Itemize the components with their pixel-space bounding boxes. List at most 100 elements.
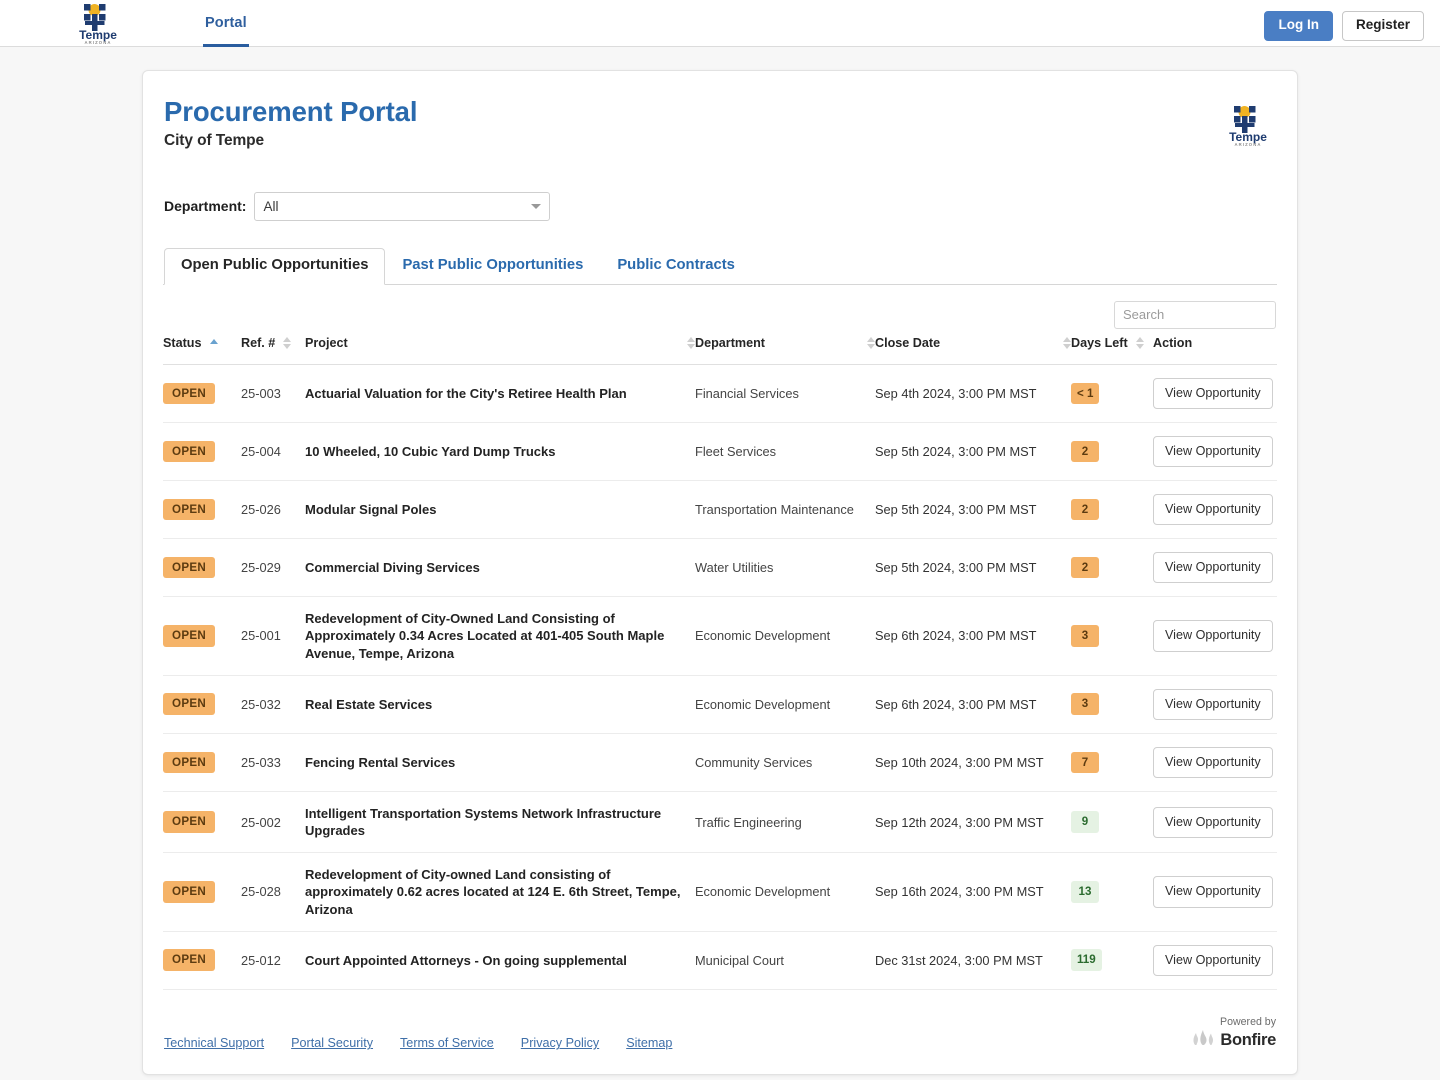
cell-project: 10 Wheeled, 10 Cubic Yard Dump Trucks — [305, 422, 695, 482]
department-name: Economic Development — [695, 696, 831, 712]
log-in-button[interactable]: Log In — [1264, 11, 1333, 41]
view-opportunity-button[interactable]: View Opportunity — [1153, 552, 1273, 584]
cell-department: Water Utilities — [695, 538, 875, 598]
status-badge: OPEN — [163, 751, 216, 774]
card-footer: Technical Support Portal Security Terms of… — [163, 990, 1277, 1075]
register-button[interactable]: Register — [1341, 11, 1424, 41]
days-left-badge: 13 — [1071, 881, 1099, 903]
view-opportunity-button[interactable]: View Opportunity — [1153, 620, 1273, 652]
project-title: Modular Signal Poles — [305, 501, 437, 517]
department-name: Economic Development — [695, 628, 831, 644]
view-opportunity-button[interactable]: View Opportunity — [1153, 746, 1273, 778]
days-left-badge: 9 — [1071, 811, 1099, 833]
search-input[interactable] — [1114, 300, 1276, 329]
footer-link[interactable]: Portal Security — [291, 1036, 373, 1050]
table-row: OPEN 25-032 Real Estate Services Economic D… — [163, 675, 1277, 734]
department-name: Financial Services — [695, 385, 799, 401]
cell-action: View Opportunity — [1153, 931, 1277, 990]
cell-status: OPEN — [163, 480, 241, 540]
close-date: Sep 5th 2024, 3:00 PM MST — [875, 560, 1037, 576]
days-left-badge: 2 — [1071, 556, 1099, 579]
days-left-badge: 7 — [1071, 751, 1099, 774]
cell-status: OPEN — [163, 422, 241, 482]
cell-project: Real Estate Services — [305, 675, 695, 734]
view-opportunity-button[interactable]: View Opportunity — [1153, 876, 1273, 908]
department-name: Traffic Engineering — [695, 814, 802, 830]
cell-ref: 25-029 — [241, 538, 305, 598]
top-navigation-bar: Tempe ARIZONA Portal Log In Register — [0, 0, 1440, 47]
page-title: Procurement Portal — [164, 96, 418, 127]
project-title: Redevelopment of City-owned Land consist… — [305, 867, 681, 917]
cell-project: Court Appointed Attorneys - On going sup… — [305, 931, 695, 990]
sort-toggle-icon[interactable] — [1135, 336, 1144, 349]
sort-toggle-icon[interactable] — [283, 336, 292, 349]
cell-department: Traffic Engineering — [695, 791, 875, 854]
close-date: Sep 12th 2024, 3:00 PM MST — [875, 814, 1044, 830]
sort-toggle-icon[interactable] — [867, 336, 875, 349]
cell-ref: 25-003 — [241, 364, 305, 423]
cell-action: View Opportunity — [1153, 480, 1277, 540]
column-header-ref[interactable]: Ref. # — [241, 335, 305, 365]
cell-close-date: Sep 5th 2024, 3:00 PM MST — [875, 538, 1071, 598]
footer-link[interactable]: Technical Support — [164, 1036, 264, 1050]
sort-toggle-icon[interactable] — [687, 336, 695, 349]
footer-link[interactable]: Privacy Policy — [521, 1036, 599, 1050]
department-select[interactable]: All — [254, 191, 551, 221]
cell-project: Modular Signal Poles — [305, 480, 695, 540]
column-header-department[interactable]: Department — [695, 335, 875, 365]
view-opportunity-button[interactable]: View Opportunity — [1153, 688, 1273, 720]
ref-number: 25-003 — [241, 385, 281, 401]
cell-days-left: 119 — [1071, 931, 1153, 990]
table-row: OPEN 25-029 Commercial Diving Services Wate… — [163, 538, 1277, 598]
cell-close-date: Sep 10th 2024, 3:00 PM MST — [875, 733, 1071, 792]
search-row — [163, 300, 1277, 329]
close-date: Dec 31st 2024, 3:00 PM MST — [875, 952, 1043, 968]
cell-department: Economic Development — [695, 852, 875, 932]
table-header: Status Ref. # Project Department Close D… — [163, 335, 1277, 365]
page-body: Procurement Portal City of Tempe Tempe A… — [0, 47, 1440, 1076]
department-name: Transportation Maintenance — [695, 502, 854, 518]
opportunities-table: Status Ref. # Project Department Close D… — [163, 335, 1277, 990]
tempe-logo[interactable]: Tempe ARIZONA — [70, 1, 126, 45]
cell-department: Economic Development — [695, 675, 875, 734]
cell-close-date: Sep 6th 2024, 3:00 PM MST — [875, 675, 1071, 734]
view-opportunity-button[interactable]: View Opportunity — [1153, 494, 1273, 526]
days-left-badge: 2 — [1071, 440, 1099, 463]
view-opportunity-button[interactable]: View Opportunity — [1153, 377, 1273, 409]
department-name: Community Services — [695, 754, 813, 770]
procurement-portal-card: Procurement Portal City of Tempe Tempe A… — [142, 70, 1298, 1076]
cell-action: View Opportunity — [1153, 422, 1277, 482]
tab-past-public-opportunities[interactable]: Past Public Opportunities — [385, 248, 600, 285]
sort-toggle-icon[interactable] — [1063, 336, 1071, 349]
nav-item-portal[interactable]: Portal — [203, 0, 249, 47]
status-badge: OPEN — [163, 811, 216, 833]
ref-number: 25-029 — [241, 560, 281, 576]
cell-action: View Opportunity — [1153, 596, 1277, 676]
cell-ref: 25-033 — [241, 733, 305, 792]
column-header-days-left-label: Days Left — [1071, 335, 1128, 350]
ref-number: 25-032 — [241, 696, 281, 712]
footer-link[interactable]: Terms of Service — [400, 1036, 494, 1050]
tab-open-public-opportunities[interactable]: Open Public Opportunities — [164, 248, 386, 285]
ref-number: 25-001 — [241, 628, 281, 644]
view-opportunity-button[interactable]: View Opportunity — [1153, 435, 1273, 468]
cell-department: Transportation Maintenance — [695, 480, 875, 540]
cell-project: Redevelopment of City-Owned Land Consist… — [305, 596, 695, 676]
status-badge: OPEN — [163, 625, 216, 647]
close-date: Sep 6th 2024, 3:00 PM MST — [875, 628, 1037, 644]
tab-public-contracts[interactable]: Public Contracts — [600, 248, 752, 285]
column-header-close-date[interactable]: Close Date — [875, 335, 1071, 365]
project-title: Court Appointed Attorneys - On going sup… — [305, 952, 627, 968]
department-name: Fleet Services — [695, 443, 777, 459]
status-badge: OPEN — [163, 693, 216, 716]
cell-department: Economic Development — [695, 596, 875, 676]
column-header-days-left[interactable]: Days Left — [1071, 335, 1153, 365]
column-header-project[interactable]: Project — [305, 335, 695, 365]
sort-ascending-icon[interactable] — [209, 339, 218, 346]
footer-link[interactable]: Sitemap — [626, 1036, 672, 1050]
view-opportunity-button[interactable]: View Opportunity — [1153, 806, 1273, 838]
view-opportunity-button[interactable]: View Opportunity — [1153, 944, 1273, 976]
cell-ref: 25-012 — [241, 931, 305, 990]
department-filter-row: Department: All — [163, 191, 1277, 221]
column-header-status[interactable]: Status — [163, 335, 241, 365]
